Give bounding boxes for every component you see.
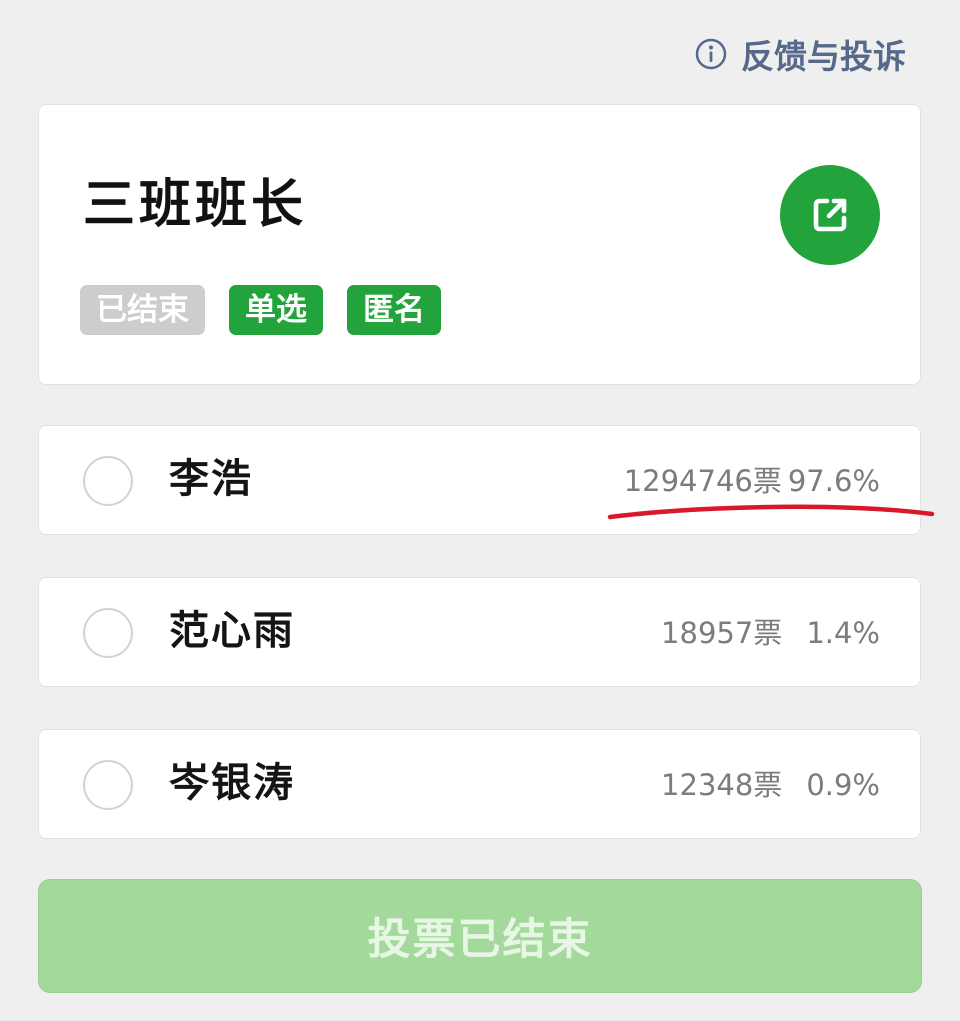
option-name: 岑银涛 xyxy=(169,760,295,806)
option-percent: 0.9% xyxy=(806,768,880,802)
option-card-2[interactable]: 范心雨 18957票 1.4% xyxy=(38,577,921,687)
option-votes: 12348票 xyxy=(661,768,783,802)
vote-ended-button[interactable]: 投票已结束 xyxy=(38,879,922,993)
option-name: 李浩 xyxy=(169,456,253,502)
poll-title: 三班班长 xyxy=(83,175,308,235)
feedback-label: 反馈与投诉 xyxy=(741,37,906,76)
option-radio[interactable] xyxy=(83,608,133,658)
option-stats: 12348票 0.9% xyxy=(661,768,880,802)
poll-tags: 已结束 单选 匿名 xyxy=(80,285,441,335)
option-votes: 18957票 xyxy=(661,616,783,650)
option-radio[interactable] xyxy=(83,760,133,810)
info-circle-icon xyxy=(695,38,727,70)
red-underline-annotation xyxy=(607,504,935,520)
share-button[interactable] xyxy=(780,165,880,265)
option-percent: 97.6% xyxy=(787,464,880,498)
option-stats: 1294746票 97.6% xyxy=(624,464,880,498)
option-percent: 1.4% xyxy=(806,616,880,650)
option-stats: 18957票 1.4% xyxy=(661,616,880,650)
option-votes: 1294746票 xyxy=(623,464,782,498)
status-badge-ended: 已结束 xyxy=(80,285,205,335)
share-external-icon xyxy=(813,198,847,232)
badge-single-choice: 单选 xyxy=(229,285,323,335)
option-name: 范心雨 xyxy=(169,608,295,654)
option-card-3[interactable]: 岑银涛 12348票 0.9% xyxy=(38,729,921,839)
poll-header-card: 三班班长 已结束 单选 匿名 xyxy=(38,104,921,385)
option-radio[interactable] xyxy=(83,456,133,506)
feedback-complaint-link[interactable]: 反馈与投诉 xyxy=(695,30,906,78)
badge-anonymous: 匿名 xyxy=(347,285,441,335)
